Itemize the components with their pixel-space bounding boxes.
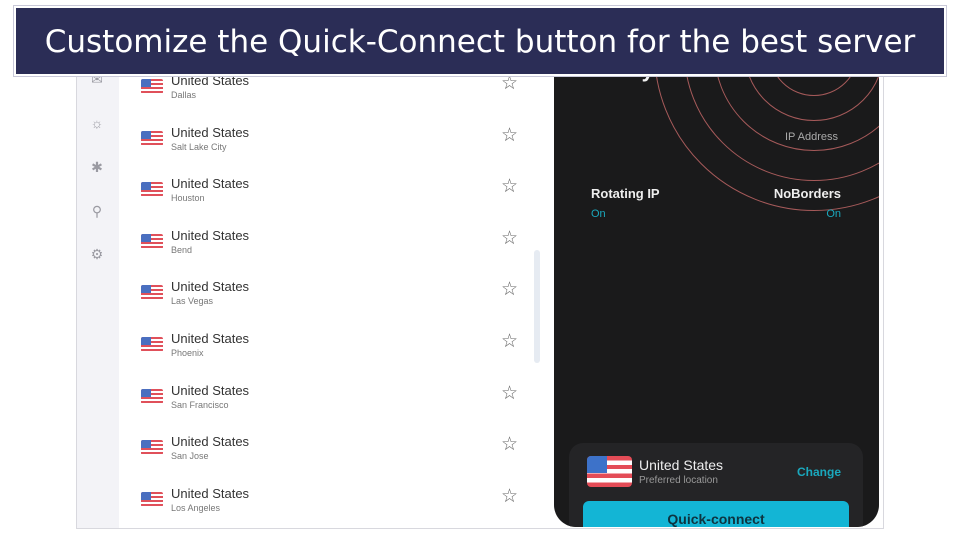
search-minus-icon[interactable]: ⚲	[89, 203, 105, 219]
server-city: San Jose	[171, 451, 209, 462]
server-country: United States	[171, 227, 250, 243]
preferred-subtitle: Preferred location	[639, 475, 718, 486]
favorite-star-icon[interactable]: ☆	[501, 485, 518, 508]
server-country: United States	[171, 382, 250, 398]
server-country: United States	[171, 176, 250, 192]
server-city: Houston	[171, 193, 205, 204]
us-flag-icon	[141, 79, 163, 94]
rotating-ip-label: Rotating IP	[591, 186, 660, 201]
alert-icon[interactable]: ☼	[89, 115, 105, 131]
noborders-label: NoBorders	[773, 186, 841, 201]
change-button[interactable]: Change	[797, 465, 841, 479]
favorite-star-icon[interactable]: ☆	[501, 278, 518, 301]
noborders-status[interactable]: On	[826, 208, 841, 220]
rotating-ip-status[interactable]: On	[591, 208, 606, 220]
gear-icon[interactable]: ⚙	[89, 246, 105, 262]
connection-panel: to stay safe IP Address Rotating IP On N…	[554, 41, 879, 527]
us-flag-icon	[141, 491, 163, 507]
server-row[interactable]: United States Salt Lake City ☆	[119, 125, 539, 175]
ip-address-label: IP Address	[785, 131, 838, 143]
server-row[interactable]: United States Bend ☆	[119, 228, 539, 278]
server-country: United States	[171, 279, 250, 295]
server-row[interactable]: United States Phoenix ☆	[119, 331, 539, 381]
preferred-country: United States	[639, 457, 724, 473]
server-country: United States	[171, 434, 250, 450]
us-flag-icon	[141, 182, 163, 198]
us-flag-icon	[141, 337, 163, 352]
favorite-star-icon[interactable]: ☆	[501, 124, 518, 147]
bug-icon[interactable]: ✱	[89, 159, 105, 175]
server-city: Salt Lake City	[171, 141, 227, 152]
server-city: Las Vegas	[171, 296, 214, 307]
server-city: Bend	[171, 244, 193, 255]
server-row[interactable]: United States San Francisco ☆	[119, 383, 539, 433]
server-row[interactable]: United States Dallas ☆	[119, 73, 539, 123]
us-flag-icon	[141, 285, 163, 301]
sidebar: ✉ ☼ ✱ ⚲ ⚙	[77, 41, 119, 528]
server-country: United States	[171, 331, 250, 346]
preferred-location-card: United States Preferred location Change …	[569, 443, 863, 527]
scrollbar[interactable]	[534, 250, 540, 363]
favorite-star-icon[interactable]: ☆	[501, 433, 518, 456]
us-flag-icon	[141, 388, 163, 404]
favorite-star-icon[interactable]: ☆	[501, 227, 518, 250]
server-city: Dallas	[171, 90, 197, 100]
favorite-star-icon[interactable]: ☆	[501, 330, 518, 353]
server-row[interactable]: United States Los Angeles ☆	[119, 485, 539, 528]
favorite-star-icon[interactable]: ☆	[501, 175, 518, 198]
banner-title: Customize the Quick-Connect button for t…	[13, 5, 947, 77]
server-country: United States	[171, 124, 250, 140]
server-row[interactable]: United States Las Vegas ☆	[119, 279, 539, 329]
app-window: ✉ ☼ ✱ ⚲ ⚙ United States Dallas ☆ United …	[76, 40, 884, 529]
server-city: Los Angeles	[171, 502, 221, 513]
us-flag-icon	[141, 233, 163, 249]
server-row[interactable]: United States Houston ☆	[119, 176, 539, 226]
server-list: United States Dallas ☆ United States Sal…	[119, 41, 553, 528]
server-city: San Francisco	[171, 399, 229, 410]
quick-connect-button[interactable]: Quick-connect	[583, 501, 849, 527]
server-city: Phoenix	[171, 348, 204, 358]
server-row[interactable]: United States San Jose ☆	[119, 434, 539, 484]
favorite-star-icon[interactable]: ☆	[501, 382, 518, 405]
us-flag-icon	[587, 456, 632, 487]
us-flag-icon	[141, 130, 163, 146]
us-flag-icon	[141, 440, 163, 456]
server-country: United States	[171, 485, 250, 501]
